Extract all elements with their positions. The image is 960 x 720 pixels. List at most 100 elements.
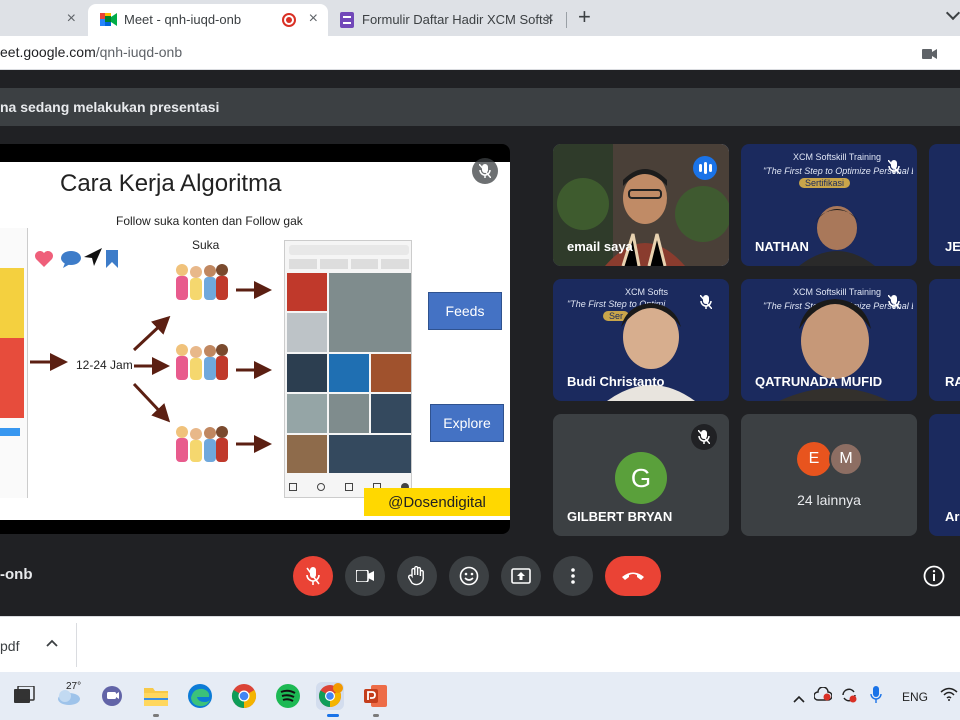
recording-indicator-icon (282, 13, 296, 27)
camera-in-use-icon[interactable] (922, 47, 938, 65)
mic-off-icon (472, 158, 498, 184)
tab-close-icon[interactable]: × (545, 10, 554, 28)
active-indicator (327, 714, 339, 717)
mic-off-icon (881, 289, 907, 315)
mic-toggle-button[interactable] (293, 556, 333, 596)
file-explorer-icon[interactable] (142, 682, 170, 710)
slide-feeds-box: Feeds (428, 292, 502, 330)
emoji-reaction-button[interactable] (449, 556, 489, 596)
participant-tile[interactable]: RA (929, 279, 960, 401)
avatar: E (797, 442, 831, 476)
powerpoint-icon[interactable] (362, 682, 390, 710)
running-indicator (153, 714, 159, 717)
language-indicator[interactable]: ENG (902, 690, 928, 704)
presenting-text: na sedang melakukan presentasi (0, 99, 220, 115)
chrome-icon[interactable] (230, 682, 258, 710)
phone-hangup-icon (622, 572, 644, 580)
more-vert-icon (571, 568, 575, 584)
address-bar[interactable]: eet.google.com/qnh-iuqd-onb (0, 36, 960, 70)
more-participants-count: 24 lainnya (797, 492, 861, 508)
people-group-image (172, 342, 230, 384)
participant-name: NATHAN (755, 239, 809, 254)
participant-name: Ar (945, 509, 960, 524)
tab-close-icon[interactable]: × (67, 10, 76, 28)
tab-formulir[interactable]: Formulir Daftar Hadir XCM Softsk × (330, 4, 564, 36)
more-options-button[interactable] (553, 556, 593, 596)
meeting-code: -onb (0, 566, 33, 583)
banner-line1: XCM Softskill Training (793, 152, 882, 162)
teams-chat-icon[interactable] (98, 682, 126, 710)
participant-tile[interactable]: XCM Softskill Training "The First Step t… (741, 279, 917, 401)
download-separator (76, 623, 77, 667)
meet-logo-icon (100, 12, 118, 30)
raise-hand-button[interactable] (397, 556, 437, 596)
tab-label: Formulir Daftar Hadir XCM Softsk (362, 12, 552, 27)
wifi-icon[interactable] (940, 687, 958, 706)
participant-name: JE (945, 239, 960, 254)
chrome-profile-icon[interactable] (316, 682, 344, 710)
present-screen-icon (511, 568, 531, 584)
windows-taskbar: 27° ENG (0, 672, 960, 720)
participant-name: GILBERT BRYAN (567, 509, 673, 524)
banner-line3: Sertifikasi (799, 178, 851, 188)
mic-off-icon (693, 289, 719, 315)
download-file-name[interactable]: pdf (0, 638, 19, 654)
slide-handle: @Dosendigital (364, 488, 510, 516)
participant-name: RA (945, 374, 960, 389)
info-icon (923, 565, 945, 587)
avatar: M (829, 442, 863, 476)
running-indicator (373, 714, 379, 717)
url-domain: eet.google.com (0, 44, 96, 60)
presentation-stage[interactable]: Cara Kerja Algoritma Follow suka konten … (0, 144, 510, 534)
hand-icon (408, 566, 424, 586)
mic-off-icon (691, 424, 717, 450)
slide-explore-box: Explore (430, 404, 504, 442)
sync-icon[interactable] (840, 686, 858, 709)
browser-tab-strip: × Meet - qnh-iuqd-onb × Formulir Daftar … (0, 0, 960, 36)
participant-video (799, 206, 875, 266)
presenting-banner: na sedang melakukan presentasi (0, 88, 960, 126)
smile-icon (459, 566, 479, 586)
participant-tile[interactable]: G GILBERT BRYAN (553, 414, 729, 536)
chevron-up-icon[interactable] (793, 690, 805, 708)
instagram-feed-image (284, 240, 412, 498)
url-text[interactable]: eet.google.com/qnh-iuqd-onb (0, 44, 182, 60)
chevron-up-icon[interactable] (46, 634, 58, 650)
meeting-details-button[interactable] (920, 562, 948, 590)
participant-tile[interactable]: email saya (553, 144, 729, 266)
task-view-icon[interactable] (10, 682, 38, 710)
weather-temperature: 27° (66, 681, 82, 692)
google-forms-icon (340, 12, 354, 28)
microphone-icon[interactable] (870, 686, 882, 709)
people-group-image (172, 262, 230, 304)
download-bar: pdf (0, 616, 960, 672)
mic-off-icon (881, 154, 907, 180)
participant-tile[interactable]: XCM Softs "The First Step to Optimi Ser … (553, 279, 729, 401)
end-call-button[interactable] (605, 556, 661, 596)
camera-toggle-button[interactable] (345, 556, 385, 596)
participant-name: QATRUNADA MUFID (755, 374, 883, 389)
chevron-down-icon[interactable] (945, 5, 960, 21)
edge-icon[interactable] (186, 682, 214, 710)
tab-close-icon[interactable]: × (309, 10, 318, 28)
participant-name: Budi Christanto (567, 374, 665, 389)
url-path: /qnh-iuqd-onb (95, 44, 183, 60)
more-participants-tile[interactable]: E M 24 lainnya (741, 414, 917, 536)
mic-off-icon (306, 567, 320, 585)
new-tab-button[interactable]: + (578, 4, 591, 30)
people-group-image (172, 424, 230, 466)
presenter-name: h Al Banna (0, 506, 63, 521)
participant-tile[interactable]: XCM Softskill Training "The First Step t… (741, 144, 917, 266)
tab-previous[interactable]: × (0, 4, 86, 36)
tab-meet[interactable]: Meet - qnh-iuqd-onb × (88, 4, 328, 36)
participant-tile[interactable]: Ar (929, 414, 960, 536)
tab-label: Meet - qnh-iuqd-onb (124, 12, 242, 27)
cloud-sync-icon[interactable] (813, 686, 833, 706)
present-now-button[interactable] (501, 556, 541, 596)
speaking-indicator-icon (693, 156, 717, 180)
avatar: G (615, 452, 667, 504)
video-camera-icon (356, 570, 374, 582)
participant-name: email saya (567, 239, 633, 254)
participant-tile[interactable]: JE (929, 144, 960, 266)
spotify-icon[interactable] (274, 682, 302, 710)
